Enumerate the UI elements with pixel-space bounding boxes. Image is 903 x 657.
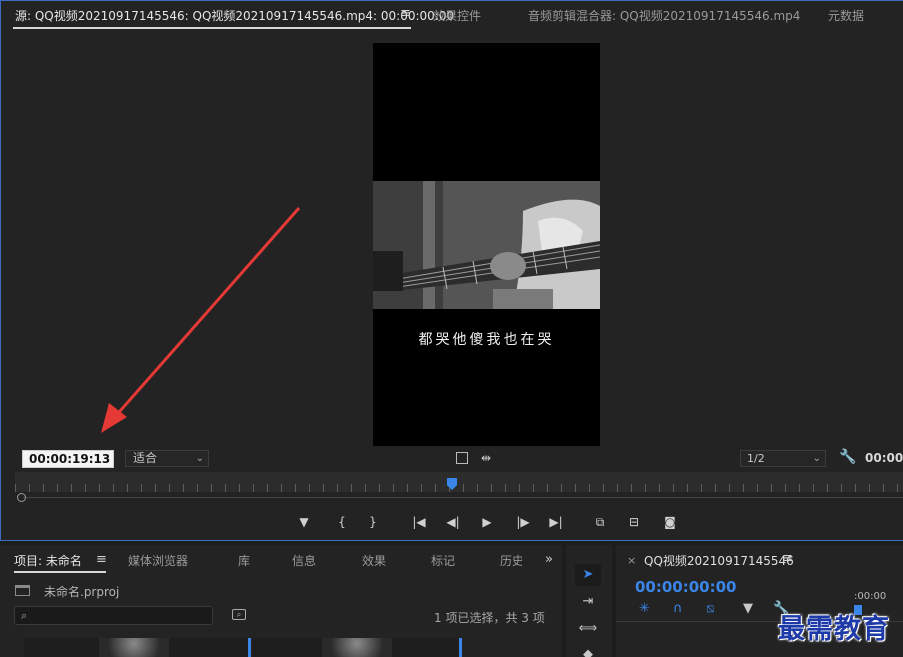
tab-history[interactable]: 历史 — [500, 552, 522, 569]
thumbnail-image — [322, 638, 392, 657]
source-timecode-field[interactable]: 00:00:19:13 — [22, 450, 114, 468]
source-time-ruler[interactable] — [15, 472, 903, 492]
zoom-handle[interactable] — [17, 493, 26, 502]
media-thumbnail[interactable] — [24, 638, 249, 657]
tab-info[interactable]: 信息 — [292, 552, 316, 569]
video-preview[interactable]: 都哭他傻我也在哭 — [373, 43, 600, 446]
step-back-icon[interactable]: ◀| — [443, 514, 463, 530]
add-marker-icon[interactable]: ▼ — [743, 601, 753, 616]
media-thumbnail[interactable] — [252, 638, 460, 657]
tab-library[interactable]: 库 — [238, 552, 250, 569]
track-select-tool-icon[interactable]: ⇥ — [575, 591, 601, 613]
fit-zoom-value: 适合 — [133, 451, 158, 465]
playback-resolution-select[interactable]: 1/2 ⌄ — [740, 450, 826, 467]
zoom-scroll-bar[interactable] — [15, 493, 903, 502]
drag-audio-video-icon[interactable]: ⇹ — [481, 452, 491, 464]
project-folder-icon — [15, 585, 30, 596]
tab-metadata[interactable]: 元数据 — [828, 7, 864, 24]
zoom-track — [23, 497, 903, 498]
linked-selection-icon[interactable]: ⧅ — [706, 601, 714, 616]
play-icon[interactable]: ▶ — [477, 514, 497, 530]
razor-tool-icon[interactable]: ◆ — [575, 644, 601, 657]
nest-icon[interactable]: ✳ — [639, 601, 650, 616]
thumbnail-progress-bar — [459, 638, 462, 657]
selection-count: 1 项已选择，共 3 项 — [434, 611, 545, 625]
wrench-settings-icon[interactable]: 🔧 — [839, 450, 856, 464]
sequence-tab[interactable]: QQ视频20210917145546 — [644, 552, 794, 569]
timeline-ruler-time: :00:00 — [854, 591, 887, 602]
tab-audio-clip-mixer[interactable]: 音频剪辑混合器: QQ视频20210917145546.mp4 — [528, 7, 800, 24]
guitar-photo — [373, 181, 600, 309]
project-panel: 项目: 未命名 ≡ 媒体浏览器 库 信息 效果 标记 历史 » 未命名.prpr… — [0, 545, 562, 657]
close-icon[interactable]: × — [627, 554, 636, 567]
tab-media-browser[interactable]: 媒体浏览器 — [128, 552, 188, 569]
tab-markers[interactable]: 标记 — [431, 552, 455, 569]
active-tab-underline — [14, 571, 106, 573]
project-file-name: 未命名.prproj — [44, 585, 120, 599]
tab-menu-icon[interactable]: ≡ — [400, 6, 411, 21]
timeline-timecode[interactable]: 00:00:00:00 — [635, 578, 737, 596]
resolution-value: 1/2 — [747, 452, 765, 465]
chevron-down-icon: ⌄ — [195, 453, 204, 464]
mark-in-icon[interactable]: { — [332, 514, 352, 530]
video-subtitle: 都哭他傻我也在哭 — [418, 332, 555, 348]
thumbnail-progress-bar — [248, 638, 251, 657]
timeline-menu-icon[interactable]: ≡ — [782, 551, 793, 566]
source-monitor-panel: 源: QQ视频20210917145546: QQ视频2021091714554… — [0, 0, 903, 541]
more-tabs-icon[interactable]: » — [545, 552, 553, 567]
ripple-edit-tool-icon[interactable]: ⟺ — [575, 618, 601, 640]
mark-out-icon[interactable]: } — [363, 514, 383, 530]
watermark-logo: 最需教育 — [778, 614, 890, 645]
add-marker-icon[interactable]: ▼ — [294, 514, 314, 530]
tools-panel: ➤ ⇥ ⟺ ◆ — [566, 545, 612, 657]
tab-effect-controls[interactable]: 效果控件 — [433, 7, 481, 24]
snap-magnet-icon[interactable]: ∩ — [673, 601, 683, 616]
filmstrip-icon[interactable] — [456, 452, 468, 464]
red-arrow-annotation — [101, 207, 301, 433]
duration-timecode: 00:00 — [865, 451, 903, 465]
video-frame-image — [373, 181, 600, 309]
go-to-out-icon[interactable]: ▶| — [546, 514, 566, 530]
find-bin-icon[interactable]: ⌕ — [232, 609, 246, 620]
fit-zoom-select[interactable]: 适合 ⌄ — [125, 450, 209, 467]
insert-icon[interactable]: ⧉ — [590, 514, 610, 530]
chevron-down-icon: ⌄ — [812, 453, 821, 464]
tab-effects[interactable]: 效果 — [362, 552, 386, 569]
camera-export-frame-icon[interactable]: ◙ — [660, 514, 680, 530]
project-menu-icon[interactable]: ≡ — [96, 552, 107, 567]
project-search-input[interactable]: ⌕ — [14, 606, 213, 625]
overwrite-icon[interactable]: ⊟ — [624, 514, 644, 530]
thumbnail-image — [99, 638, 169, 657]
ruler-ticks — [15, 484, 903, 492]
tab-project[interactable]: 项目: 未命名 — [14, 552, 82, 569]
go-to-in-icon[interactable]: |◀ — [409, 514, 429, 530]
search-icon: ⌕ — [21, 609, 28, 622]
selection-tool-icon[interactable]: ➤ — [575, 564, 601, 586]
step-forward-icon[interactable]: |▶ — [513, 514, 533, 530]
